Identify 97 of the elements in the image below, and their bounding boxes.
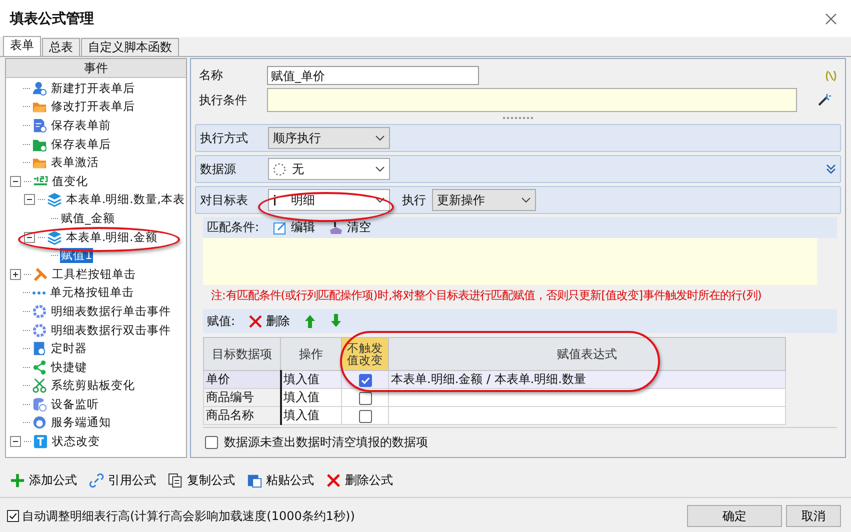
tree-item[interactable]: 新建打开表单后 [50, 80, 136, 96]
delete-button[interactable]: 删除 [249, 312, 290, 330]
window-title: 填表公式管理 [10, 10, 94, 28]
dots-icon [32, 290, 46, 295]
dotted-circle-icon [273, 162, 286, 176]
tab[interactable]: 表单 [3, 36, 41, 56]
name-field[interactable]: 赋值_单价 [267, 66, 479, 85]
tree-item[interactable]: 明细表数据行单击事件 [50, 304, 172, 319]
checkbox[interactable] [358, 392, 372, 405]
info-icon [273, 194, 277, 206]
data-source-dropdown[interactable]: 无 [268, 158, 390, 180]
tree-item[interactable]: 单元格按钮单击 [49, 285, 135, 300]
tree-item[interactable]: 赋值_金额 [60, 210, 116, 226]
expand-icon[interactable] [10, 268, 21, 280]
condition-field[interactable] [267, 88, 797, 112]
tree-item[interactable]: 值变化 [51, 174, 89, 189]
field-label: 执行方式 [200, 130, 249, 146]
toolbar-button[interactable]: 引用公式 [89, 472, 156, 488]
column-header: 目标数据项 [204, 338, 280, 370]
field-label: 执行条件 [199, 92, 248, 108]
tree-item[interactable]: 工具栏按钮单击 [51, 266, 137, 282]
checkbox-label: 自动调整明细表行高(计算行高会影响加载速度(1000条约1秒)) [22, 508, 355, 524]
share-icon [32, 360, 47, 375]
edit-icon [273, 220, 288, 234]
delete-icon [326, 472, 341, 488]
checkbox[interactable] [205, 436, 218, 449]
table-cell: 本表单.明细.金额 / 本表单.明细.数量 [391, 372, 586, 386]
collapse-icon[interactable] [10, 176, 21, 187]
cancel-button[interactable]: 取消 [786, 505, 841, 527]
ring-icon [32, 322, 47, 338]
database-icon [32, 396, 47, 412]
ring-icon [32, 304, 47, 319]
copy-icon [168, 472, 183, 488]
checkbox[interactable] [7, 510, 19, 522]
clear-button[interactable]: 清空 [329, 219, 372, 236]
delete-icon [249, 314, 262, 328]
tree-item[interactable]: 保存表单前 [50, 118, 112, 133]
table-cell: 商品名称 [204, 406, 280, 424]
close-icon[interactable] [825, 12, 837, 24]
section-label: 赋值: [207, 312, 236, 330]
tree-item[interactable]: 快捷键 [50, 360, 88, 375]
collapse-icon[interactable] [10, 436, 21, 448]
ok-button[interactable]: 确定 [687, 505, 782, 527]
column-header: 不触发值改变 [342, 338, 388, 370]
tree-item[interactable]: 系统剪贴板变化 [50, 378, 136, 394]
tree-item[interactable]: 本表单.明细.金额 [65, 230, 158, 245]
tab[interactable]: 总表 [42, 38, 80, 56]
tree-item[interactable]: 本表单.明细.数量,本表 [65, 192, 186, 208]
wand-icon[interactable] [817, 93, 831, 107]
exec-mode-dropdown[interactable]: 顺序执行 [268, 127, 390, 149]
plus-icon [10, 472, 25, 488]
text-box-icon [33, 434, 48, 450]
tab[interactable]: 自定义脚本函数 [81, 38, 179, 56]
tree-item[interactable]: 状态改变 [51, 434, 101, 450]
toolbar-button[interactable]: 复制公式 [168, 472, 235, 488]
checkbox-label: 数据源未查出数据时清空填报的数据项 [224, 434, 428, 451]
edit-button[interactable]: 编辑 [273, 219, 316, 236]
note-text: 注:有匹配条件(或行列匹配操作项)时,将对整个目标表进行匹配赋值，否则只更新[值改变]事件触发时所在的行(列) [210, 288, 763, 304]
layers-icon [47, 230, 62, 245]
table-cell: 单价 [204, 370, 280, 388]
scissors-icon [32, 378, 47, 394]
toolbar-button[interactable]: 粘贴公式 [247, 472, 314, 488]
collapse-icon[interactable] [24, 232, 35, 243]
table-cell: 填入值 [280, 406, 342, 424]
column-header: 操作 [280, 338, 342, 370]
table-cell: 填入值 [280, 388, 342, 406]
layers-icon [47, 192, 62, 208]
person-icon [32, 80, 47, 96]
clipboard-icon [247, 472, 262, 488]
table-cell: 填入值 [280, 370, 342, 388]
tree-item[interactable]: 服务端通知 [50, 415, 112, 430]
tree-item[interactable]: 保存表单后 [50, 136, 112, 152]
field-label: 执行 [402, 192, 426, 208]
tree-item[interactable]: 表单激活 [50, 155, 100, 170]
tree-item[interactable]: 修改打开表单后 [50, 99, 136, 114]
field-label: 对目标表 [200, 192, 249, 208]
brush-icon [329, 220, 344, 234]
tree-item[interactable]: 明细表数据行双击事件 [50, 322, 172, 338]
column-header: 赋值表达式 [388, 338, 786, 370]
operation-dropdown[interactable]: 更新操作 [432, 189, 536, 211]
field-label: 名称 [199, 67, 224, 84]
section-label: 匹配条件: [207, 219, 260, 236]
toolbar-button[interactable]: 添加公式 [10, 472, 77, 488]
link-icon [89, 472, 104, 488]
panel-header: 事件 [6, 59, 186, 78]
table-cell: 商品编号 [204, 388, 280, 406]
collapse-icon[interactable] [24, 194, 35, 206]
tree-item[interactable]: 设备监听 [50, 396, 100, 412]
down-arrow-icon[interactable] [330, 314, 342, 328]
checkbox[interactable] [358, 374, 372, 387]
field-label: 数据源 [200, 160, 237, 178]
toolbar-button[interactable]: 删除公式 [326, 472, 393, 488]
document-icon [32, 118, 47, 133]
double-chevron-icon[interactable] [826, 164, 836, 174]
tree-item[interactable]: 定时器 [50, 341, 88, 356]
checkbox[interactable] [358, 410, 372, 423]
up-arrow-icon[interactable] [304, 314, 316, 328]
